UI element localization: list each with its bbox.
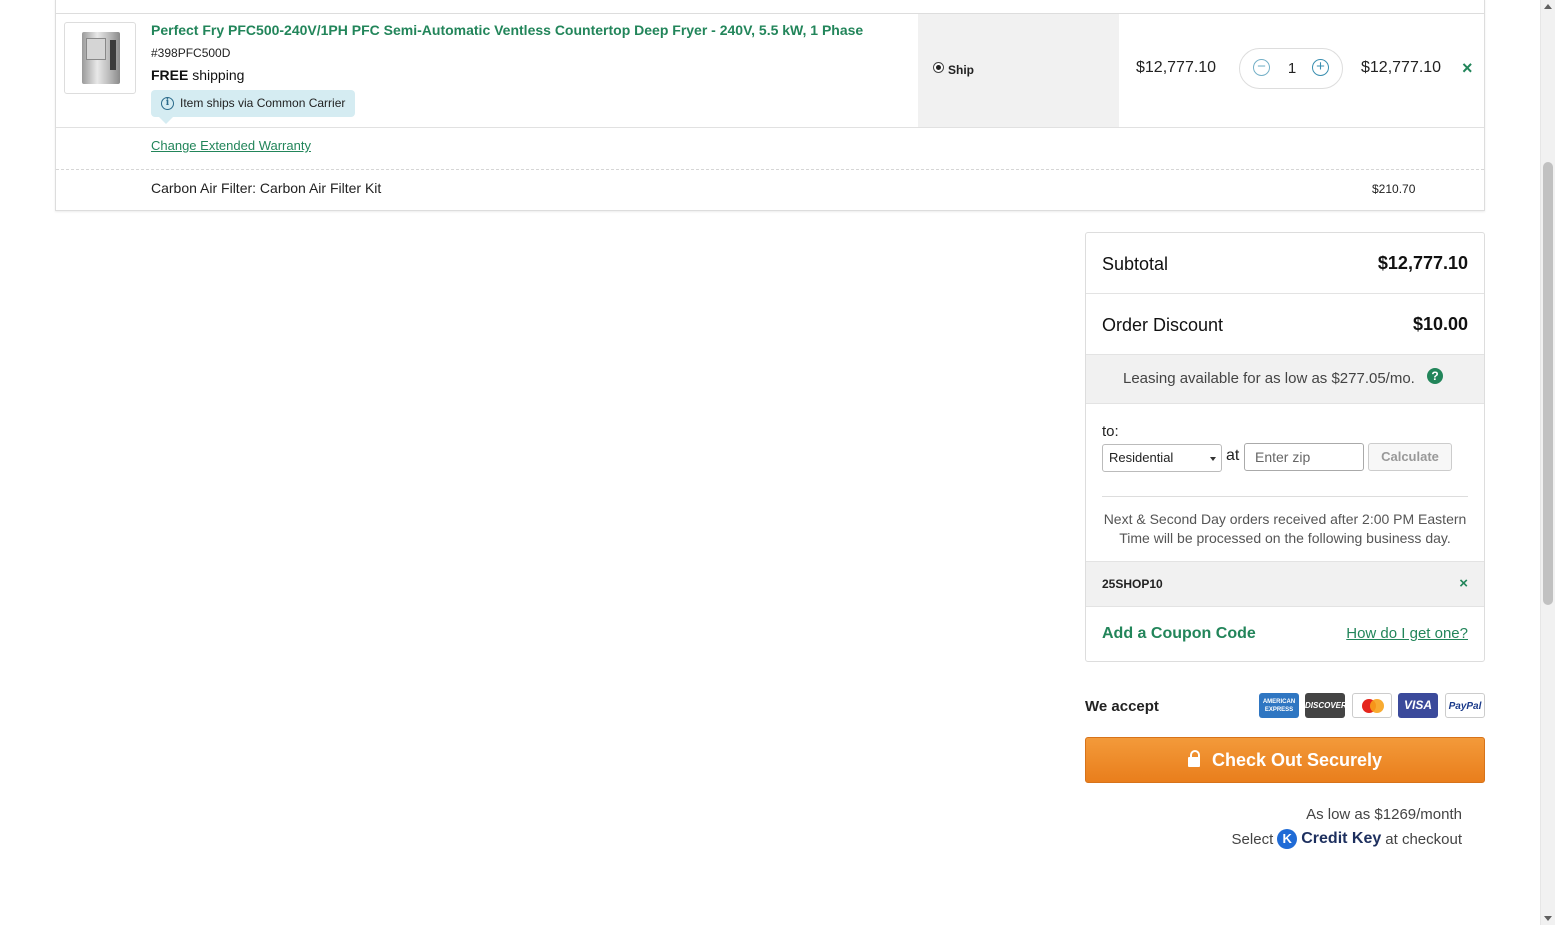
- subtotal-label: Subtotal: [1102, 254, 1169, 274]
- product-thumbnail[interactable]: [64, 22, 136, 94]
- summary-divider: [1102, 496, 1468, 497]
- common-carrier-badge[interactable]: i Item ships via Common Carrier: [151, 90, 356, 117]
- carrier-note: Item ships via Common Carrier: [180, 96, 346, 110]
- checkout-label: Check Out Securely: [1211, 749, 1383, 770]
- scrollbar-thumb[interactable]: [1543, 162, 1553, 605]
- calculate-button[interactable]: Calculate: [1368, 443, 1452, 471]
- leasing-text: Leasing available for as low as $277.05/…: [1123, 370, 1415, 387]
- credit-key-icon: K: [1277, 829, 1298, 849]
- we-accept-label: We accept: [1085, 698, 1159, 715]
- zip-input[interactable]: Enter zip: [1244, 443, 1364, 471]
- page-scrollbar[interactable]: [1540, 0, 1555, 925]
- discount-row: Order Discount $10.00: [1086, 294, 1484, 355]
- row-divider: [56, 127, 1484, 128]
- subtotal-row: Subtotal $12,777.10: [1086, 233, 1484, 294]
- cart-row-top-border: [56, 13, 1484, 14]
- paypal-icon: PayPal: [1445, 693, 1485, 718]
- visa-icon: VISA: [1398, 693, 1438, 718]
- how-get-coupon-link[interactable]: How do I get one?: [1346, 625, 1468, 642]
- quantity-value[interactable]: 1: [1285, 60, 1299, 77]
- mastercard-icon: [1352, 693, 1392, 718]
- quantity-stepper: − 1 +: [1239, 48, 1343, 89]
- ship-label[interactable]: Ship: [948, 63, 974, 77]
- shipping-notice: Next & Second Day orders received after …: [1103, 511, 1467, 546]
- applied-coupon: 25SHOP10 ×: [1086, 561, 1484, 607]
- product-sku: #398PFC500D: [151, 46, 231, 60]
- chevron-down-icon: [1210, 457, 1216, 461]
- cart-page: Perfect Fry PFC500-240V/1PH PFC Semi-Aut…: [0, 0, 1540, 925]
- decrease-quantity-button[interactable]: −: [1253, 59, 1270, 76]
- question-icon[interactable]: ?: [1427, 368, 1443, 384]
- at-label: at: [1226, 447, 1240, 464]
- scroll-up-arrow-icon[interactable]: [1544, 4, 1552, 9]
- product-name-link[interactable]: Perfect Fry PFC500-240V/1PH PFC Semi-Aut…: [151, 22, 863, 38]
- fulfillment-cell: Ship: [918, 14, 1119, 127]
- address-type-value: Residential: [1109, 450, 1174, 465]
- line-total: $12,777.10: [1361, 59, 1442, 76]
- badge-pointer: [159, 117, 173, 124]
- financing-text: As low as $1269/month: [1306, 806, 1462, 823]
- row-divider-dashed: [56, 169, 1484, 170]
- at-checkout-text: at checkout: [1385, 830, 1462, 848]
- discover-icon: DISCOVER: [1305, 693, 1347, 718]
- info-icon: i: [161, 97, 174, 110]
- scroll-down-arrow-icon[interactable]: [1544, 916, 1552, 921]
- checkout-button[interactable]: Check Out Securely: [1085, 737, 1485, 783]
- discount-label: Order Discount: [1102, 315, 1224, 335]
- ship-radio[interactable]: [933, 62, 944, 73]
- change-warranty-link[interactable]: Change Extended Warranty: [151, 138, 311, 153]
- remove-coupon-button[interactable]: ×: [1459, 575, 1468, 592]
- order-summary: Subtotal $12,777.10 Order Discount $10.0…: [1085, 232, 1485, 662]
- shipping-text: shipping: [192, 67, 245, 83]
- lock-icon: [1187, 750, 1200, 767]
- remove-item-button[interactable]: ×: [1462, 58, 1473, 79]
- select-text: Select: [1231, 830, 1274, 848]
- amex-icon: AMERICAN EXPRESS: [1259, 693, 1299, 718]
- subtotal-value: $12,777.10: [1377, 253, 1468, 273]
- leasing-banner: Leasing available for as low as $277.05/…: [1086, 355, 1484, 404]
- product-image: [82, 32, 120, 84]
- credit-key-promo[interactable]: Select K Credit Key at checkout: [1232, 829, 1462, 849]
- discount-value: $10.00: [1412, 314, 1468, 334]
- credit-key-name: Credit Key: [1301, 830, 1382, 847]
- shipping-free: FREE: [151, 67, 189, 83]
- address-type-select[interactable]: Residential: [1102, 444, 1222, 472]
- accessory-item: Carbon Air Filter: Carbon Air Filter Kit: [151, 180, 382, 196]
- shipping-info: FREE shipping: [151, 67, 244, 83]
- shipping-to-label: to:: [1102, 423, 1119, 440]
- cart-table: Perfect Fry PFC500-240V/1PH PFC Semi-Aut…: [55, 0, 1485, 211]
- coupon-code: 25SHOP10: [1102, 577, 1163, 591]
- unit-price: $12,777.10: [1136, 59, 1217, 76]
- accessory-price: $210.70: [1372, 182, 1416, 196]
- increase-quantity-button[interactable]: +: [1312, 59, 1329, 76]
- add-coupon-link[interactable]: Add a Coupon Code: [1102, 625, 1256, 643]
